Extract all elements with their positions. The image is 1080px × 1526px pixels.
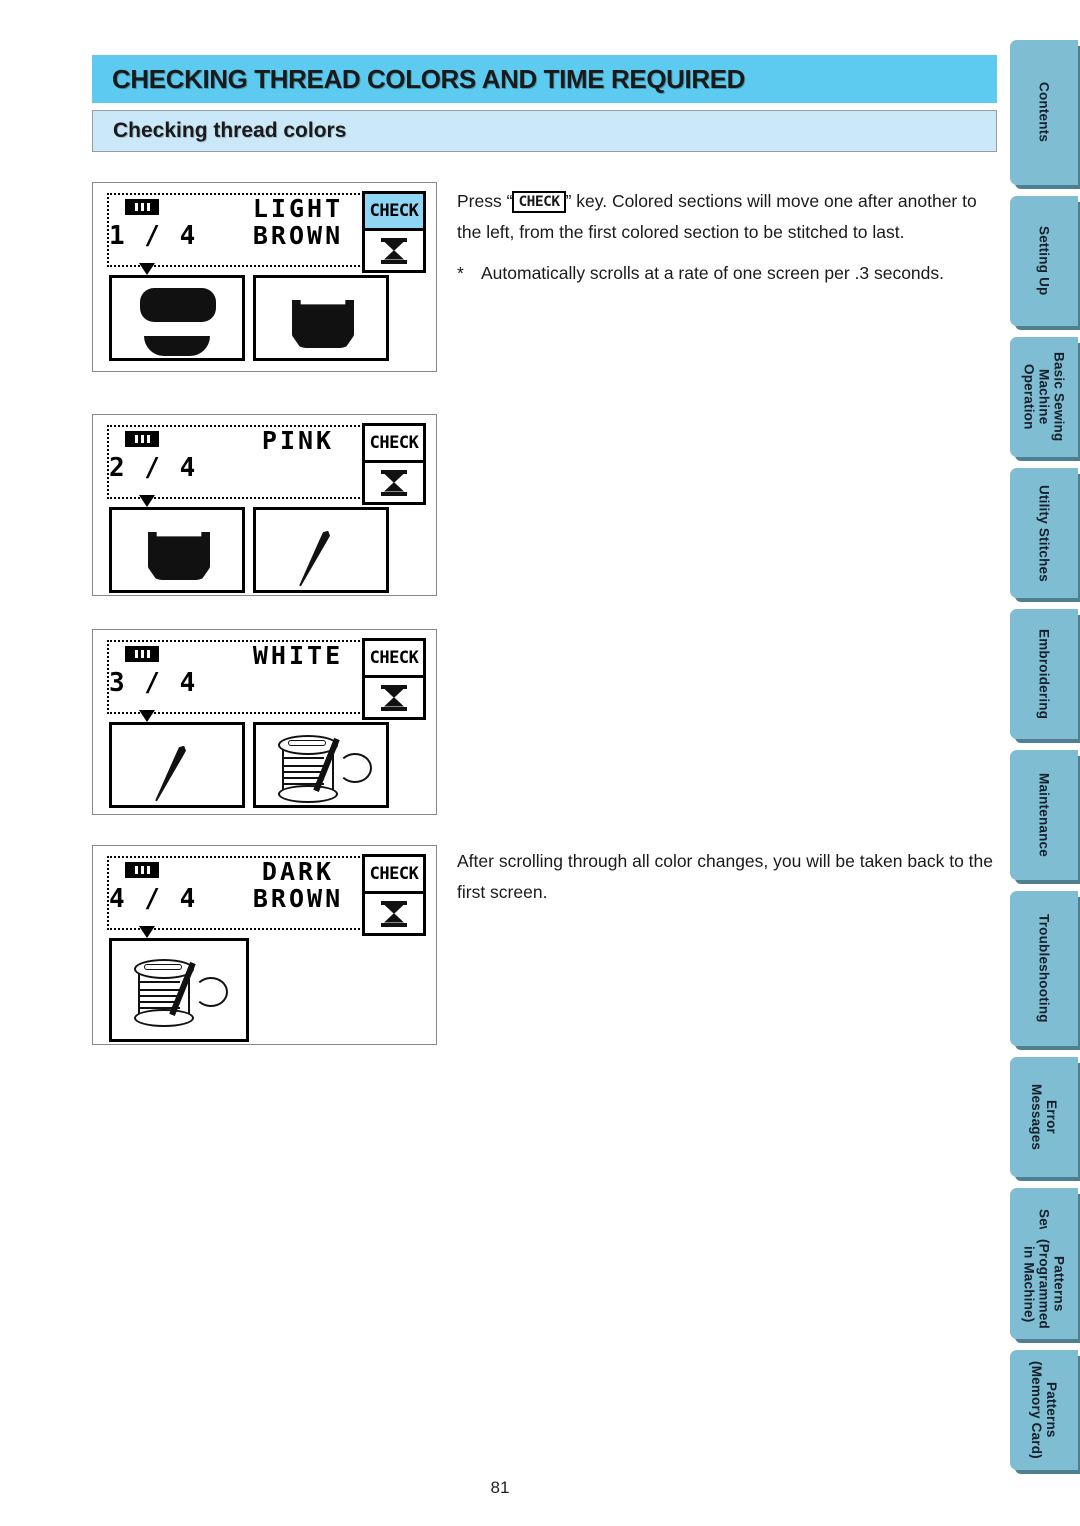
sidebar-tab-label: Setting Up — [1036, 226, 1052, 296]
section-heading-bar: Checking thread colors — [92, 110, 997, 152]
thread-color-name: LIGHT BROWN — [252, 194, 344, 250]
check-button[interactable]: CHECK — [362, 638, 426, 678]
sidebar-tab-basic-sewing-machine-operation[interactable]: Basic Sewing Machine Operation — [1010, 337, 1078, 457]
hourglass-icon — [381, 900, 407, 927]
lcd-screen-3: 3 / 4 WHITE CHECK — [92, 629, 437, 815]
stitch-preview-thumbnail — [253, 722, 389, 808]
note-marker: * — [457, 263, 464, 283]
inline-check-key: CHECK — [512, 191, 566, 213]
lcd-key-column: CHECK — [362, 854, 426, 936]
note-text: Automatically scrolls at a rate of one s… — [481, 263, 945, 283]
spool-and-needle-icon — [276, 733, 372, 803]
check-button[interactable]: CHECK — [362, 191, 426, 231]
lcd-key-column: CHECK — [362, 423, 426, 505]
thread-color-name: WHITE — [252, 641, 344, 670]
sidebar-tab-patterns-memory-card[interactable]: Patterns (Memory Card) — [1010, 1350, 1078, 1470]
timer-button[interactable] — [362, 463, 426, 505]
check-button[interactable]: CHECK — [362, 423, 426, 463]
instruction-paragraph-1: Press “CHECK” key. Colored sections will… — [457, 186, 1002, 248]
thread-spool-icon — [125, 646, 159, 662]
pointer-arrow-icon — [139, 495, 155, 507]
color-step-counter: 3 / 4 — [109, 668, 198, 698]
timer-button[interactable] — [362, 894, 426, 936]
stitch-preview-thumbnail — [109, 722, 245, 808]
sidebar-tab-label: Troubleshooting — [1036, 914, 1052, 1023]
sidebar-tab-utility-stitches[interactable]: Utility Stitches — [1010, 468, 1078, 598]
sidebar-tab-label: Patterns (Programmed in Machine) — [1021, 1239, 1067, 1329]
instruction-paragraph-2: After scrolling through all color change… — [457, 851, 993, 902]
sidebar-tab-setting-up[interactable]: Setting Up — [1010, 196, 1078, 326]
pointer-arrow-icon — [139, 263, 155, 275]
color-step-counter: 1 / 4 — [109, 221, 198, 251]
sidebar-tab-label: Error Messages — [1029, 1083, 1059, 1151]
pointer-arrow-icon — [139, 710, 155, 722]
sidebar-tab-label: Basic Sewing Machine Operation — [1021, 352, 1067, 442]
sidebar-tab-label: Embroidering — [1036, 628, 1052, 720]
hourglass-icon — [381, 684, 407, 711]
spool-and-needle-icon — [132, 957, 228, 1027]
thread-spool-icon — [125, 862, 159, 878]
sidebar-tab-label: Utility Stitches — [1036, 484, 1052, 582]
stitch-preview-thumbnail — [109, 938, 249, 1042]
thread-color-name: PINK — [261, 426, 335, 455]
thread-spool-icon — [125, 431, 159, 447]
sidebar-tab-label: Maintenance — [1036, 773, 1052, 857]
hourglass-icon — [381, 237, 407, 264]
lcd-key-column: CHECK — [362, 638, 426, 720]
press-text-before: Press “ — [457, 191, 513, 211]
stitch-preview-thumbnail — [253, 275, 389, 361]
stitch-preview-thumbnail — [109, 507, 245, 593]
hourglass-icon — [381, 469, 407, 496]
section-title: Checking thread colors — [113, 119, 347, 142]
lcd-screen-4: 4 / 4 DARK BROWN CHECK — [92, 845, 437, 1045]
sidebar-tab-patterns-programmed[interactable]: Patterns (Programmed in Machine) — [1010, 1229, 1078, 1339]
thread-color-name: DARK BROWN — [252, 857, 344, 913]
sidebar-tab-label: Patterns (Memory Card) — [1029, 1361, 1059, 1459]
sidebar-tab-maintenance[interactable]: Maintenance — [1010, 750, 1078, 880]
lcd-screen-2: 2 / 4 PINK CHECK — [92, 414, 437, 596]
stitch-preview-thumbnail — [253, 507, 389, 593]
pointer-arrow-icon — [139, 926, 155, 938]
sidebar-tab-label: Contents — [1036, 82, 1052, 143]
sidebar-tab-embroidering[interactable]: Embroidering — [1010, 609, 1078, 739]
sidebar-tab-contents[interactable]: Contents — [1010, 40, 1078, 185]
timer-button[interactable] — [362, 678, 426, 720]
thread-spool-icon — [125, 199, 159, 215]
page-number: 81 — [490, 1478, 510, 1497]
page-title-bar: CHECKING THREAD COLORS AND TIME REQUIRED — [92, 55, 997, 103]
page-title: CHECKING THREAD COLORS AND TIME REQUIRED — [112, 63, 746, 94]
instruction-note: * Automatically scrolls at a rate of one… — [457, 258, 1002, 289]
stitch-preview-thumbnail — [109, 275, 245, 361]
timer-button[interactable] — [362, 231, 426, 273]
color-step-counter: 2 / 4 — [109, 453, 198, 483]
sidebar-tab-error-messages[interactable]: Error Messages — [1010, 1057, 1078, 1177]
color-step-counter: 4 / 4 — [109, 884, 198, 914]
sidebar-tab-troubleshooting[interactable]: Troubleshooting — [1010, 891, 1078, 1046]
lcd-screen-1: 1 / 4 LIGHT BROWN CHECK — [92, 182, 437, 372]
lcd-key-column: CHECK — [362, 191, 426, 273]
check-button[interactable]: CHECK — [362, 854, 426, 894]
